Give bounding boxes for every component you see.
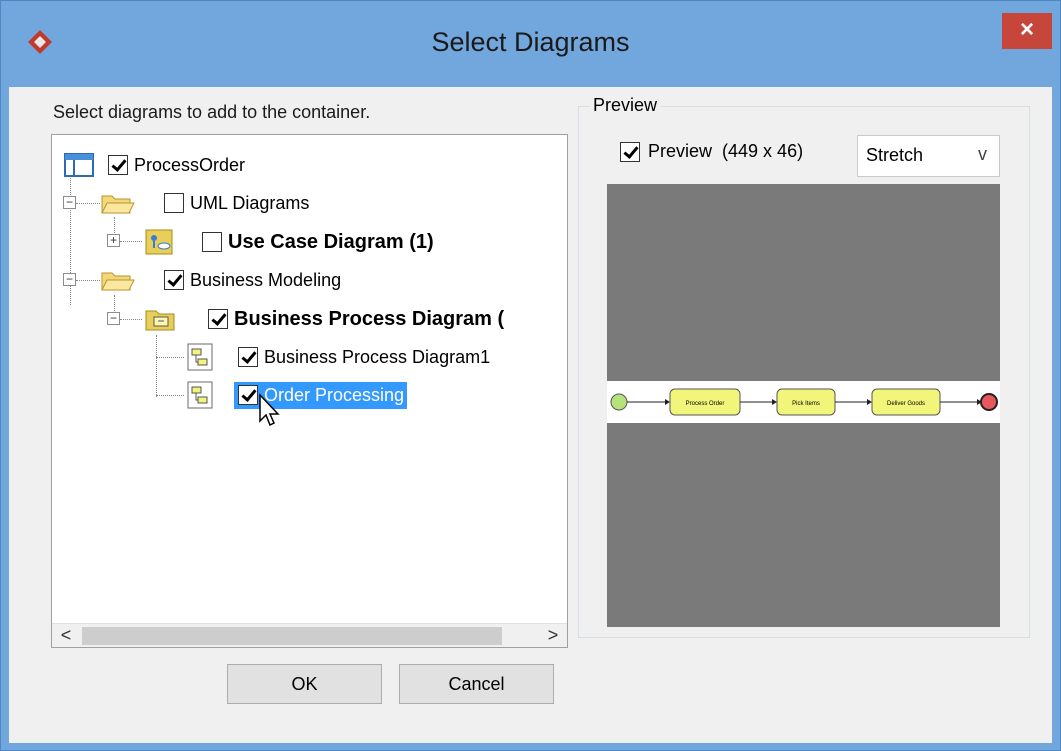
- end-event: [980, 393, 998, 411]
- tree-node-label: ProcessOrder: [134, 154, 246, 175]
- tree-node-label: Business Modeling: [190, 269, 342, 290]
- checkbox-business-process-diagram-folder[interactable]: [208, 309, 228, 329]
- preview-area: Process Order Pick Items Deliver Goods: [607, 184, 1000, 627]
- checkbox-processorder[interactable]: [108, 155, 128, 175]
- tree-node-label: UML Diagrams: [190, 192, 310, 213]
- start-event: [610, 393, 628, 411]
- bpd-diagram-icon: [187, 381, 213, 409]
- checkbox-business-process-diagram1[interactable]: [238, 347, 258, 367]
- tree-line: [156, 335, 157, 397]
- tree-node-business-process-diagram-folder[interactable]: Business Process Diagram (: [144, 301, 504, 337]
- folder-open-icon: [101, 195, 135, 214]
- bpd-folder-icon: [145, 310, 175, 331]
- preview-checkbox[interactable]: [620, 141, 640, 162]
- bpd-diagram-icon: [187, 343, 213, 371]
- tree-node-label: Order Processing: [264, 384, 405, 405]
- cancel-button[interactable]: Cancel: [399, 664, 554, 704]
- dialog-window: Select Diagrams × Select diagrams to add…: [0, 0, 1061, 751]
- task-label: Pick Items: [792, 401, 820, 407]
- dialog-title: Select Diagrams: [431, 27, 630, 57]
- checkbox-order-processing[interactable]: [238, 385, 258, 405]
- preview-size-label: (449 x 46): [722, 141, 804, 161]
- task-label: Process Order: [686, 401, 725, 407]
- scale-mode-value: Stretch: [866, 145, 924, 165]
- checkbox-business-modeling[interactable]: [164, 270, 184, 290]
- horizontal-scrollbar[interactable]: < >: [52, 623, 567, 647]
- folder-open-icon: [101, 272, 135, 291]
- checkbox-use-case-diagram[interactable]: [202, 232, 222, 252]
- tree-node-label: Business Process Diagram1: [264, 346, 491, 367]
- tree-node-order-processing[interactable]: Order Processing: [186, 377, 408, 413]
- dialog-content: Select diagrams to add to the container.…: [9, 87, 1052, 743]
- use-case-diagram-icon: [145, 229, 173, 255]
- scroll-thumb[interactable]: [82, 627, 502, 645]
- tree-node-label: Use Case Diagram (1): [228, 230, 434, 253]
- tree-node-use-case-diagram[interactable]: Use Case Diagram (1): [144, 224, 434, 260]
- tree-line: [76, 203, 100, 204]
- preview-checkbox-label[interactable]: Preview: [648, 141, 712, 162]
- tree-viewport: − + − − ProcessOrder UML Diagrams Use Ca…: [52, 135, 567, 625]
- collapse-toggle[interactable]: −: [107, 312, 120, 325]
- tree-node-business-modeling[interactable]: Business Modeling: [100, 262, 341, 298]
- collapse-toggle[interactable]: −: [63, 196, 76, 209]
- title-bar[interactable]: Select Diagrams ×: [1, 1, 1060, 87]
- chevron-down-icon: v: [978, 144, 987, 164]
- tree-node-label: Business Process Diagram (: [234, 307, 505, 330]
- tree-line: [156, 357, 184, 358]
- tree-line: [156, 395, 184, 396]
- tree-line: [120, 319, 142, 320]
- checkbox-uml-diagrams[interactable]: [164, 193, 184, 213]
- project-icon: [64, 153, 94, 177]
- close-button[interactable]: ×: [1002, 13, 1052, 49]
- tree-line: [120, 241, 142, 242]
- tree-node-processorder[interactable]: ProcessOrder: [64, 147, 245, 183]
- collapse-toggle[interactable]: −: [63, 273, 76, 286]
- expand-toggle[interactable]: +: [107, 234, 120, 247]
- preview-options-row: Preview (449 x 46): [620, 141, 803, 162]
- mouse-cursor-icon: [259, 393, 280, 427]
- tree-node-business-process-diagram1[interactable]: Business Process Diagram1: [186, 339, 490, 375]
- task-label: Deliver Goods: [887, 401, 925, 407]
- preview-group-title: Preview: [589, 95, 662, 116]
- scale-mode-dropdown[interactable]: Stretch v: [857, 135, 1000, 177]
- instruction-label: Select diagrams to add to the container.: [53, 102, 371, 122]
- scroll-right-button[interactable]: >: [539, 624, 567, 647]
- tree-node-uml-diagrams[interactable]: UML Diagrams: [100, 185, 309, 221]
- diagram-preview: Process Order Pick Items Deliver Goods: [607, 381, 1000, 423]
- ok-button[interactable]: OK: [227, 664, 382, 704]
- scroll-left-button[interactable]: <: [52, 624, 80, 647]
- tree-line: [76, 280, 100, 281]
- diagram-tree[interactable]: − + − − ProcessOrder UML Diagrams Use Ca…: [51, 134, 568, 648]
